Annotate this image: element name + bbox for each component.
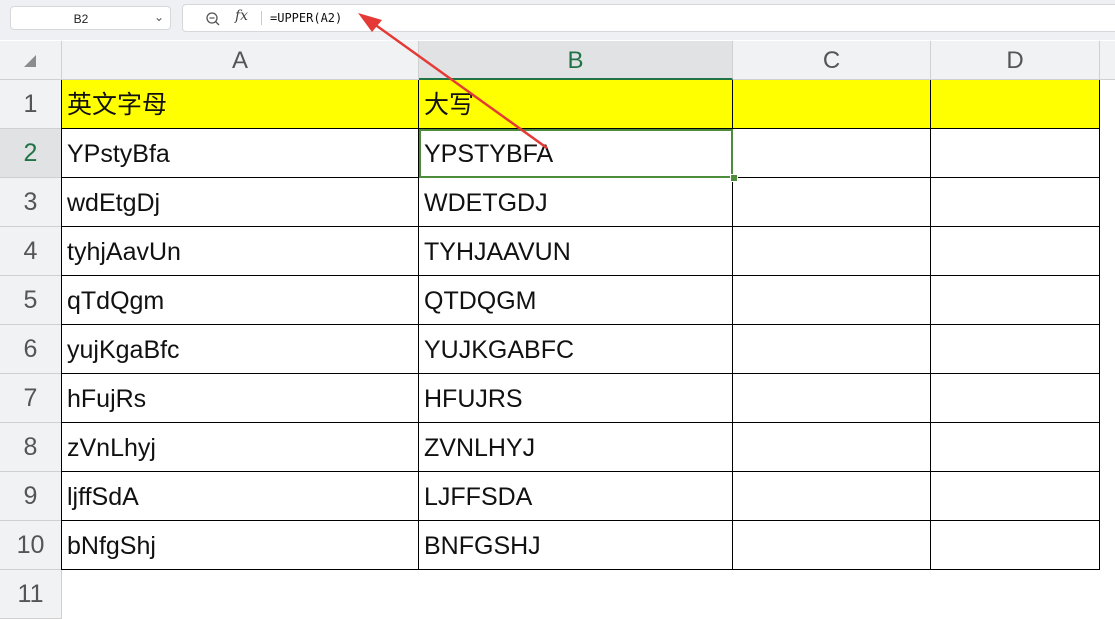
- row-header-8[interactable]: 8: [0, 423, 62, 472]
- select-all-icon: [24, 55, 36, 67]
- formula-text[interactable]: =UPPER(A2): [270, 11, 342, 25]
- cell-c7[interactable]: [733, 374, 931, 423]
- cell-d10[interactable]: [931, 521, 1100, 570]
- cell-a4[interactable]: tyhjAavUn: [62, 227, 419, 276]
- cell-a10[interactable]: bNfgShj: [62, 521, 419, 570]
- select-all-corner[interactable]: [0, 41, 62, 80]
- cell-a7[interactable]: hFujRs: [62, 374, 419, 423]
- name-box-value: B2: [73, 12, 89, 26]
- cell-d3[interactable]: [931, 178, 1100, 227]
- cell-a8[interactable]: zVnLhyj: [62, 423, 419, 472]
- cell-d8[interactable]: [931, 423, 1100, 472]
- cell-b7[interactable]: HFUJRS: [419, 374, 733, 423]
- row-header-5[interactable]: 5: [0, 276, 62, 325]
- cell-d6[interactable]: [931, 325, 1100, 374]
- cell-c5[interactable]: [733, 276, 931, 325]
- cell-b10[interactable]: BNFGSHJ: [419, 521, 733, 570]
- fx-icon[interactable]: fx: [235, 8, 248, 24]
- row-header-2[interactable]: 2: [0, 129, 62, 178]
- formula-bar-area: B2 ⌄ fx =UPPER(A2): [0, 0, 1115, 40]
- cell-b2[interactable]: YPSTYBFA: [419, 129, 733, 178]
- cell-b8[interactable]: ZVNLHYJ: [419, 423, 733, 472]
- cell-d1[interactable]: [931, 80, 1100, 129]
- cell-c4[interactable]: [733, 227, 931, 276]
- cell-c9[interactable]: [733, 472, 931, 521]
- row-header-4[interactable]: 4: [0, 227, 62, 276]
- cell-d4[interactable]: [931, 227, 1100, 276]
- divider: [261, 11, 262, 25]
- grid-left-border: [61, 80, 62, 570]
- cell-b3[interactable]: WDETGDJ: [419, 178, 733, 227]
- column-header-c[interactable]: C: [733, 41, 931, 80]
- cell-d5[interactable]: [931, 276, 1100, 325]
- cell-b1[interactable]: 大写: [419, 80, 733, 129]
- row-header-10[interactable]: 10: [0, 521, 62, 570]
- column-header-a[interactable]: A: [62, 41, 419, 80]
- cell-a9[interactable]: ljffSdA: [62, 472, 419, 521]
- cell-a1[interactable]: 英文字母: [62, 80, 419, 129]
- column-header-d[interactable]: D: [931, 41, 1100, 80]
- cell-a6[interactable]: yujKgaBfc: [62, 325, 419, 374]
- cell-b4[interactable]: TYHJAAVUN: [419, 227, 733, 276]
- cell-a3[interactable]: wdEtgDj: [62, 178, 419, 227]
- row-header-6[interactable]: 6: [0, 325, 62, 374]
- column-header-e[interactable]: [1100, 41, 1115, 80]
- cell-b5[interactable]: QTDQGM: [419, 276, 733, 325]
- row-header-1[interactable]: 1: [0, 80, 62, 129]
- cell-a2[interactable]: YPstyBfa: [62, 129, 419, 178]
- fill-handle[interactable]: [730, 174, 738, 182]
- cell-b9[interactable]: LJFFSDA: [419, 472, 733, 521]
- row-header-3[interactable]: 3: [0, 178, 62, 227]
- cell-d9[interactable]: [931, 472, 1100, 521]
- cell-d7[interactable]: [931, 374, 1100, 423]
- row-header-7[interactable]: 7: [0, 374, 62, 423]
- zoom-icon[interactable]: [205, 11, 221, 27]
- row-header-11[interactable]: 11: [0, 570, 62, 619]
- cell-a5[interactable]: qTdQgm: [62, 276, 419, 325]
- name-box[interactable]: B2 ⌄: [10, 6, 171, 30]
- cell-c2[interactable]: [733, 129, 931, 178]
- cell-c10[interactable]: [733, 521, 931, 570]
- cell-d2[interactable]: [931, 129, 1100, 178]
- cell-c1[interactable]: [733, 80, 931, 129]
- cell-c8[interactable]: [733, 423, 931, 472]
- cell-b6[interactable]: YUJKGABFC: [419, 325, 733, 374]
- column-header-b[interactable]: B: [419, 41, 733, 80]
- cell-c3[interactable]: [733, 178, 931, 227]
- chevron-down-icon[interactable]: ⌄: [154, 10, 164, 24]
- formula-input[interactable]: fx =UPPER(A2): [182, 4, 1115, 32]
- cell-c6[interactable]: [733, 325, 931, 374]
- row-header-9[interactable]: 9: [0, 472, 62, 521]
